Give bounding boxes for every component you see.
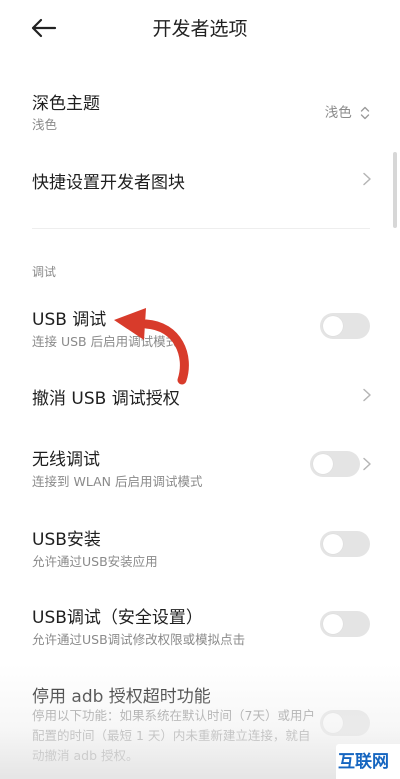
chevron-right-icon xyxy=(360,388,374,402)
scrollbar[interactable] xyxy=(393,152,397,228)
setting-summary: 停用以下功能：如果系统在默认时间（7天）或用户配置的时间（最短 1 天）内未重新… xyxy=(32,708,315,763)
watermark-text: 互联网 xyxy=(338,752,389,772)
up-down-chevron-icon xyxy=(360,106,370,120)
chevron-right-icon xyxy=(360,457,374,471)
annotation-arrow-icon xyxy=(114,308,189,385)
dark-theme-value-text: 浅色 xyxy=(324,105,352,121)
setting-wireless-debugging[interactable]: 无线调试 连接到 WLAN 后启用调试模式 xyxy=(0,440,400,496)
setting-summary: 浅色 xyxy=(32,117,58,132)
setting-summary: 允许通过USB调试修改权限或模拟点击 xyxy=(32,632,246,647)
setting-quick-tiles[interactable]: 快捷设置开发者图块 xyxy=(0,164,400,196)
usb-debugging-toggle[interactable] xyxy=(320,313,370,339)
adb-timeout-toggle[interactable] xyxy=(320,710,370,736)
setting-label: 快捷设置开发者图块 xyxy=(32,173,185,193)
setting-summary: 允许通过USB安装应用 xyxy=(32,554,158,569)
usb-install-toggle[interactable] xyxy=(320,531,370,557)
divider xyxy=(32,228,370,229)
setting-summary: 连接到 WLAN 后启用调试模式 xyxy=(32,474,203,489)
setting-usb-debugging-secure[interactable]: USB调试（安全设置） 允许通过USB调试修改权限或模拟点击 xyxy=(0,598,400,654)
setting-label: 停用 adb 授权超时功能 xyxy=(32,687,211,707)
setting-label: USB调试（安全设置） xyxy=(32,608,203,628)
toggle-knob xyxy=(323,614,343,634)
setting-label: 深色主题 xyxy=(32,94,100,114)
wireless-debugging-toggle[interactable] xyxy=(310,451,360,477)
setting-label: USB安装 xyxy=(32,530,101,550)
app-header: 开发者选项 xyxy=(0,0,400,56)
toggle-knob xyxy=(323,713,343,733)
toggle-knob xyxy=(313,454,333,474)
toggle-knob xyxy=(323,534,343,554)
setting-label: USB 调试 xyxy=(32,310,107,330)
dark-theme-value[interactable]: 浅色 xyxy=(325,101,370,121)
page-title: 开发者选项 xyxy=(152,18,248,40)
section-header-debug: 调试 xyxy=(32,265,57,279)
usb-debugging-secure-toggle[interactable] xyxy=(320,611,370,637)
setting-usb-install[interactable]: USB安装 允许通过USB安装应用 xyxy=(0,520,400,576)
chevron-right-icon xyxy=(360,172,374,186)
setting-label: 无线调试 xyxy=(32,450,100,470)
toggle-knob xyxy=(323,316,343,336)
